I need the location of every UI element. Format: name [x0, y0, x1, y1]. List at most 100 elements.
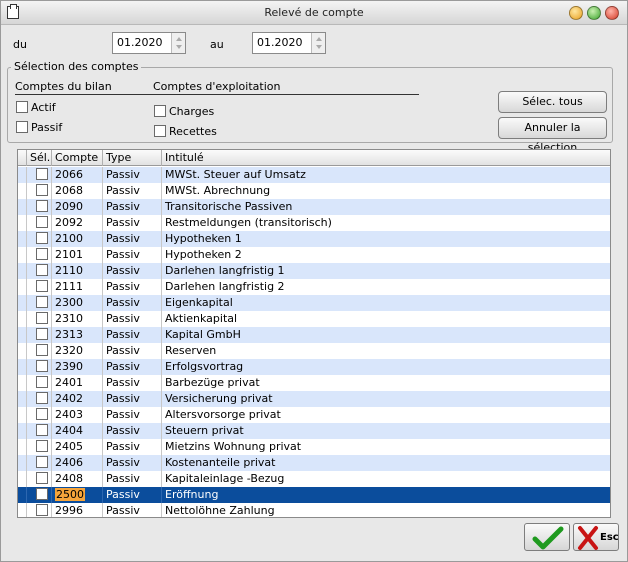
row-select-cell[interactable] [26, 503, 51, 517]
compte-value: 2996 [55, 504, 83, 517]
row-checkbox[interactable] [36, 312, 48, 324]
row-select-cell[interactable] [26, 391, 51, 407]
table-row[interactable]: 2068 Passiv MWSt. Abrechnung [18, 183, 610, 199]
row-select-cell[interactable] [26, 487, 51, 503]
cell-compte: 2111 [51, 279, 102, 295]
row-select-cell[interactable] [26, 423, 51, 439]
row-checkbox[interactable] [36, 200, 48, 212]
row-select-cell[interactable] [26, 183, 51, 199]
row-checkbox[interactable] [36, 328, 48, 340]
row-select-cell[interactable] [26, 167, 51, 183]
row-checkbox[interactable] [36, 424, 48, 436]
esc-button[interactable]: Esc [573, 523, 619, 551]
from-date-field[interactable]: 01.2020 [112, 32, 186, 54]
compte-value: 2390 [55, 360, 83, 373]
cell-intitule: Restmeldungen (transitorisch) [161, 215, 610, 231]
row-select-cell[interactable] [26, 247, 51, 263]
column-header-compte[interactable]: Compte [51, 150, 102, 166]
row-checkbox[interactable] [36, 344, 48, 356]
table-row[interactable]: 2403 Passiv Altersvorsorge privat [18, 407, 610, 423]
cell-type: Passiv [102, 375, 161, 391]
row-select-cell[interactable] [26, 263, 51, 279]
ok-button[interactable] [524, 523, 570, 551]
charges-checkbox[interactable] [154, 105, 166, 117]
table-row[interactable]: 2300 Passiv Eigenkapital [18, 295, 610, 311]
to-date-spinner[interactable] [311, 33, 325, 53]
table-row[interactable]: 2404 Passiv Steuern privat [18, 423, 610, 439]
row-select-cell[interactable] [26, 279, 51, 295]
row-select-cell[interactable] [26, 375, 51, 391]
row-checkbox[interactable] [36, 232, 48, 244]
column-header-sel[interactable]: Sél. [26, 150, 51, 166]
row-checkbox[interactable] [36, 488, 48, 500]
title-bar[interactable]: Relevé de compte [1, 1, 627, 25]
row-select-cell[interactable] [26, 439, 51, 455]
row-select-cell[interactable] [26, 471, 51, 487]
cell-type: Passiv [102, 503, 161, 517]
row-select-cell[interactable] [26, 215, 51, 231]
close-button[interactable] [605, 6, 619, 20]
table-row[interactable]: 2406 Passiv Kostenanteile privat [18, 455, 610, 471]
table-row[interactable]: 2090 Passiv Transitorische Passiven [18, 199, 610, 215]
table-row[interactable]: 2066 Passiv MWSt. Steuer auf Umsatz [18, 167, 610, 183]
row-select-cell[interactable] [26, 455, 51, 471]
table-row[interactable]: 2110 Passiv Darlehen langfristig 1 [18, 263, 610, 279]
cancel-selection-button[interactable]: Annuler la sélection [498, 117, 607, 154]
cell-compte: 2068 [51, 183, 102, 199]
minimize-button[interactable] [569, 6, 583, 20]
maximize-button[interactable] [587, 6, 601, 20]
row-select-cell[interactable] [26, 295, 51, 311]
table-row[interactable]: 2996 Passiv Nettolöhne Zahlung [18, 503, 610, 517]
row-checkbox[interactable] [36, 376, 48, 388]
row-checkbox[interactable] [36, 216, 48, 228]
table-row[interactable]: 2100 Passiv Hypotheken 1 [18, 231, 610, 247]
cell-intitule: Hypotheken 1 [161, 231, 610, 247]
cell-intitule: Nettolöhne Zahlung [161, 503, 610, 517]
row-checkbox[interactable] [36, 280, 48, 292]
row-checkbox[interactable] [36, 504, 48, 516]
cell-type: Passiv [102, 199, 161, 215]
row-checkbox[interactable] [36, 168, 48, 180]
row-checkbox[interactable] [36, 472, 48, 484]
table-row[interactable]: 2092 Passiv Restmeldungen (transitorisch) [18, 215, 610, 231]
column-header-type[interactable]: Type [102, 150, 161, 166]
row-select-cell[interactable] [26, 407, 51, 423]
row-select-cell[interactable] [26, 311, 51, 327]
actif-checkbox[interactable] [16, 101, 28, 113]
row-checkbox[interactable] [36, 248, 48, 260]
row-select-cell[interactable] [26, 199, 51, 215]
from-date-spinner[interactable] [171, 33, 185, 53]
row-select-cell[interactable] [26, 327, 51, 343]
table-row[interactable]: 2401 Passiv Barbezüge privat [18, 375, 610, 391]
row-select-cell[interactable] [26, 343, 51, 359]
table-row[interactable]: 2313 Passiv Kapital GmbH [18, 327, 610, 343]
row-select-cell[interactable] [26, 231, 51, 247]
row-checkbox[interactable] [36, 456, 48, 468]
recettes-checkbox[interactable] [154, 125, 166, 137]
cell-compte: 2100 [51, 231, 102, 247]
row-checkbox[interactable] [36, 440, 48, 452]
table-row[interactable]: 2408 Passiv Kapitaleinlage -Bezug [18, 471, 610, 487]
row-checkbox[interactable] [36, 264, 48, 276]
passif-checkbox[interactable] [16, 121, 28, 133]
table-row[interactable]: 2310 Passiv Aktienkapital [18, 311, 610, 327]
table-row[interactable]: 2390 Passiv Erfolgsvortrag [18, 359, 610, 375]
table-row[interactable]: 2500 Passiv Eröffnung [18, 487, 610, 503]
row-checkbox[interactable] [36, 408, 48, 420]
row-select-cell[interactable] [26, 359, 51, 375]
to-date-field[interactable]: 01.2020 [252, 32, 326, 54]
row-checkbox[interactable] [36, 296, 48, 308]
table-row[interactable]: 2402 Passiv Versicherung privat [18, 391, 610, 407]
table-row[interactable]: 2111 Passiv Darlehen langfristig 2 [18, 279, 610, 295]
row-checkbox[interactable] [36, 184, 48, 196]
column-header-intitule[interactable]: Intitulé [161, 150, 610, 166]
vertical-scrollbar[interactable] [610, 150, 611, 517]
compte-value: 2403 [55, 408, 83, 421]
select-all-button[interactable]: Sélec. tous [498, 91, 607, 113]
row-checkbox[interactable] [36, 360, 48, 372]
row-checkbox[interactable] [36, 392, 48, 404]
table-row[interactable]: 2320 Passiv Reserven [18, 343, 610, 359]
compte-value: 2320 [55, 344, 83, 357]
table-row[interactable]: 2101 Passiv Hypotheken 2 [18, 247, 610, 263]
table-row[interactable]: 2405 Passiv Mietzins Wohnung privat [18, 439, 610, 455]
